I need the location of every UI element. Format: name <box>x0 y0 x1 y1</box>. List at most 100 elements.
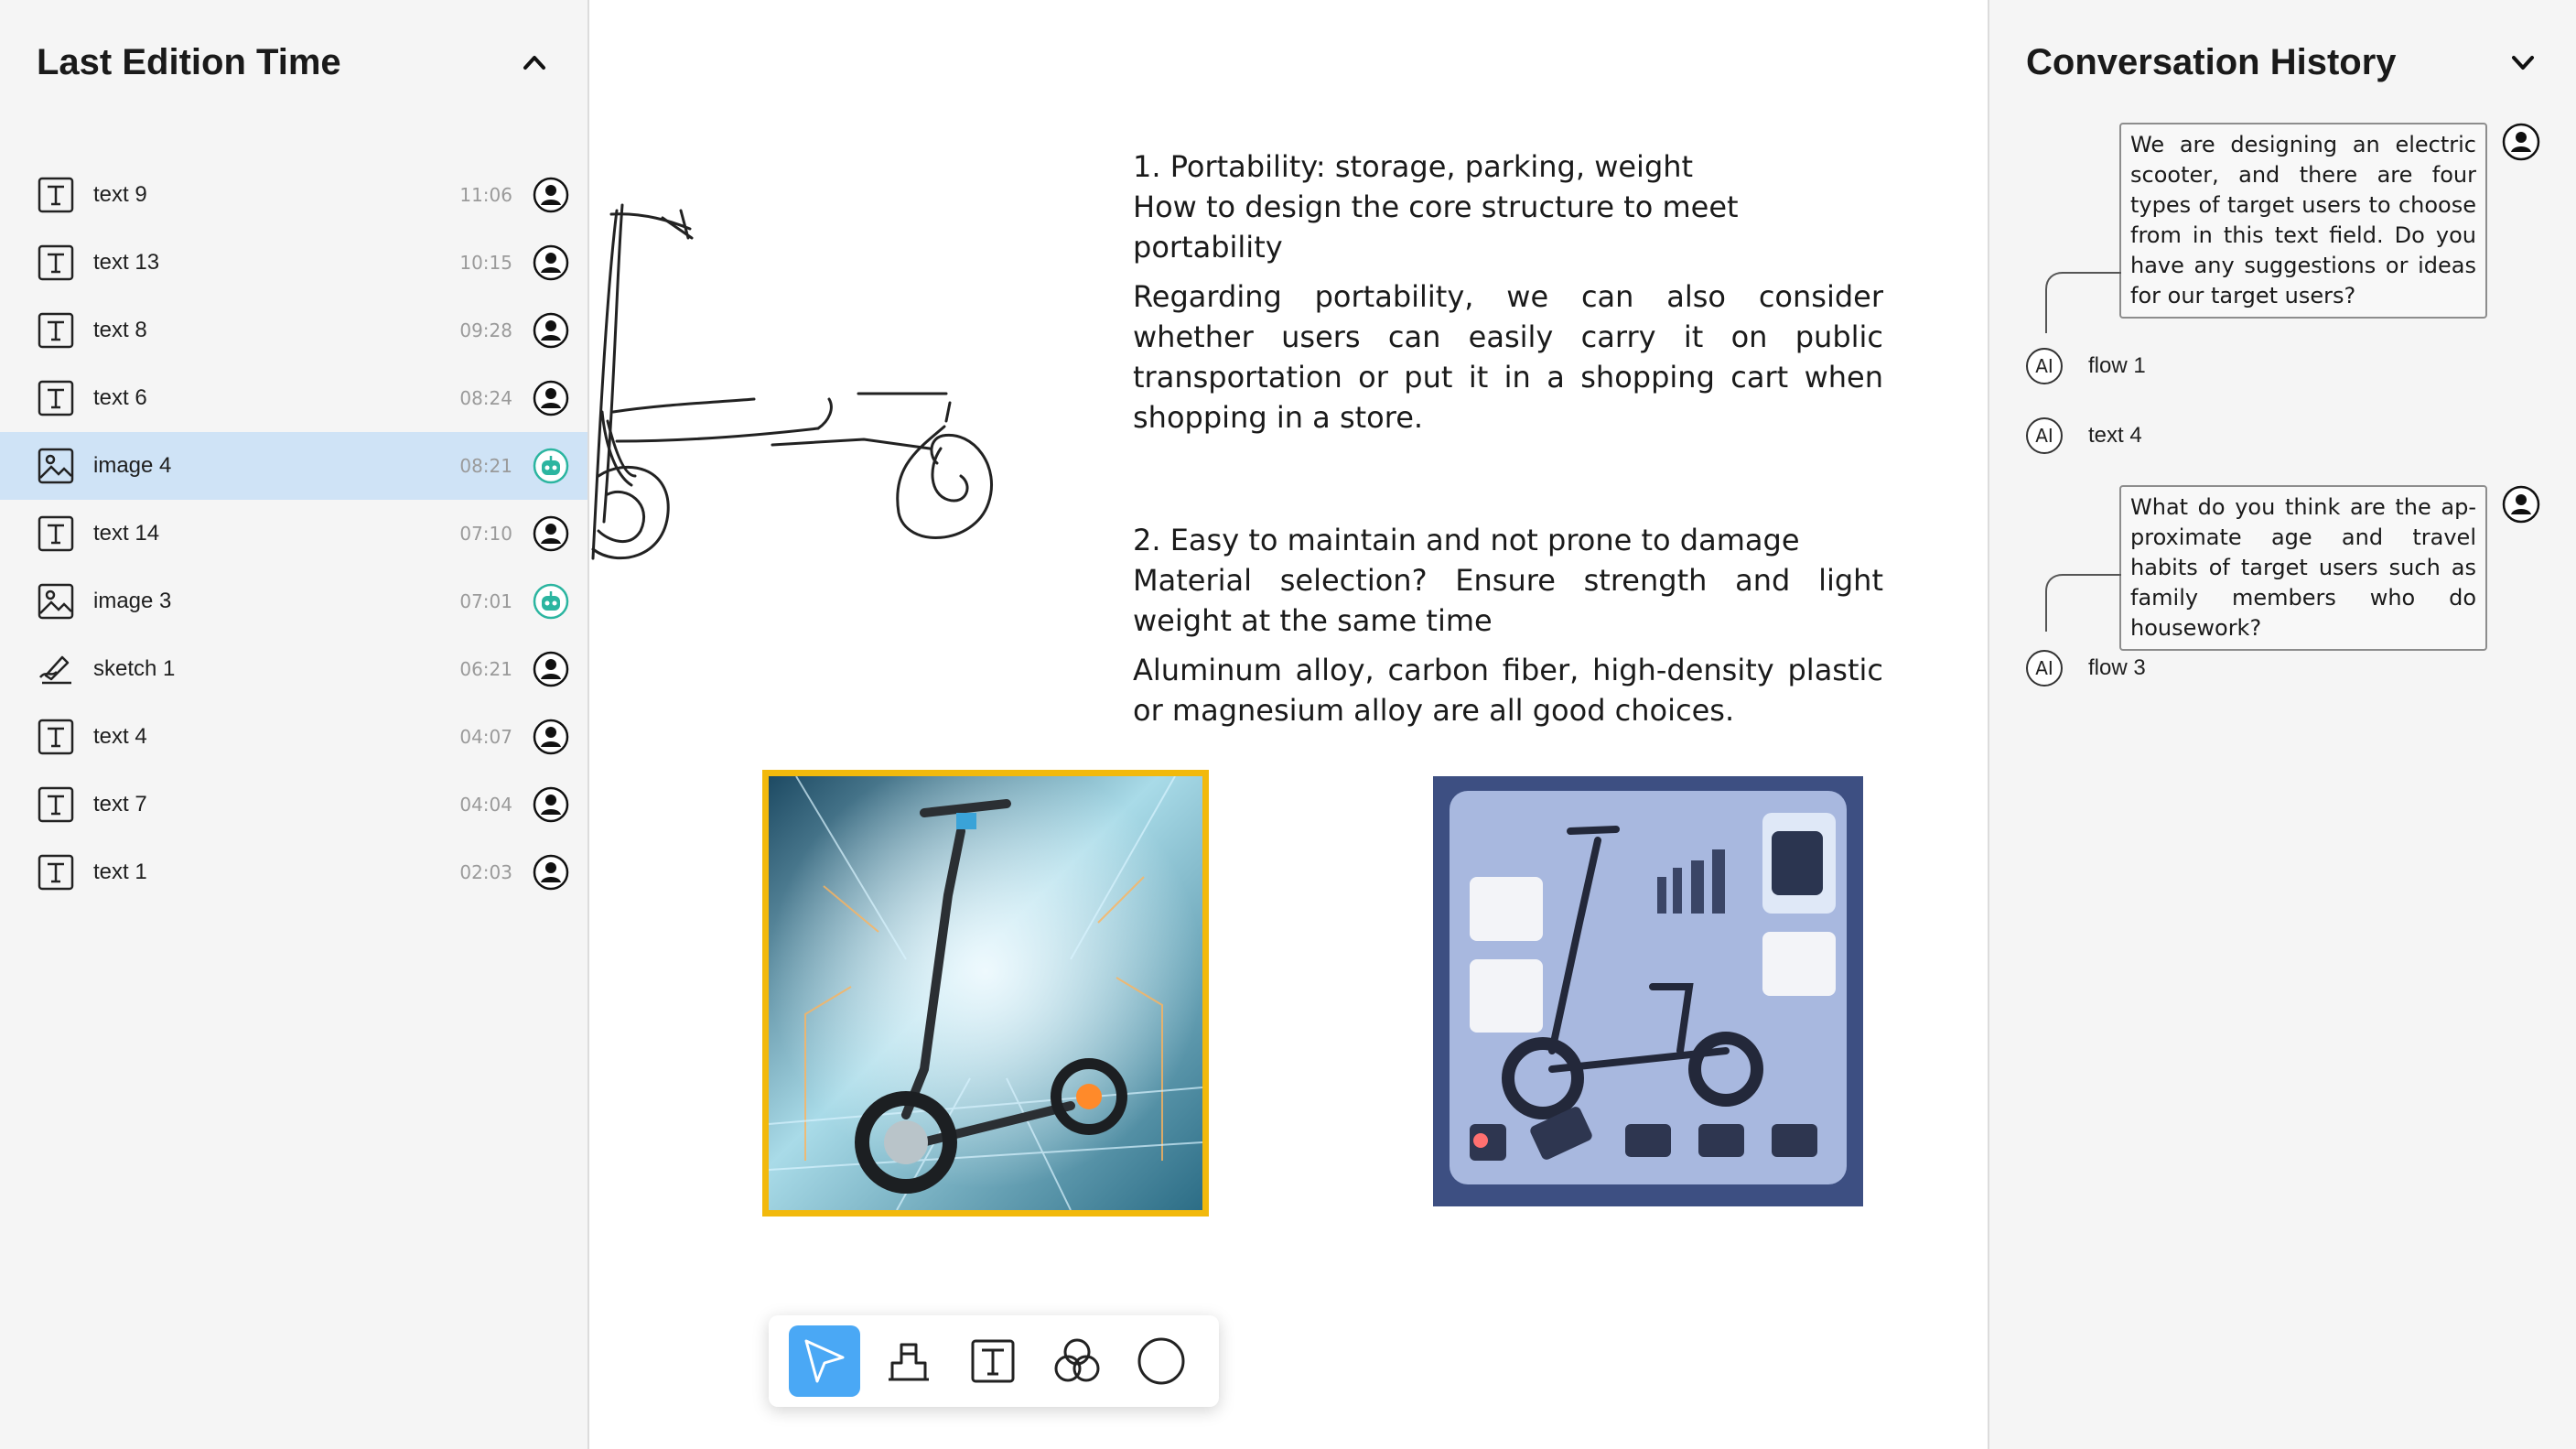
text-type-icon <box>38 854 74 891</box>
chevron-up-icon[interactable] <box>518 46 551 79</box>
scooter-sketch[interactable] <box>589 174 1019 577</box>
history-item-text-13[interactable]: text 13 10:15 <box>0 229 587 297</box>
user-avatar-icon <box>533 312 569 349</box>
ai-robot-avatar-icon <box>533 583 569 620</box>
history-item-text-14[interactable]: text 14 07:10 <box>0 500 587 568</box>
note-heading-portability: 1. Portability: storage, parking, weight <box>1133 149 1694 184</box>
history-item-image-4[interactable]: image 4 08:21 <box>0 432 587 500</box>
user-avatar-icon <box>2502 123 2540 161</box>
pointer-arrow-icon <box>804 1339 845 1383</box>
history-item-image-3[interactable]: image 3 07:01 <box>0 568 587 635</box>
user-avatar-icon <box>533 719 569 755</box>
text-type-icon <box>38 515 74 552</box>
edition-history-title: Last Edition Time <box>37 42 341 82</box>
text-type-icon <box>38 312 74 349</box>
edition-history-panel: Last Edition Time text 9 11:06 text 13 10:1… <box>0 0 589 1449</box>
ai-response-flow-3[interactable]: AI flow 3 <box>2026 650 2146 687</box>
eraser-icon <box>889 1343 929 1381</box>
image-type-icon <box>38 583 74 620</box>
note-paragraph-portability: Regarding portability, we can also consi… <box>1133 279 1883 435</box>
history-item-time: 10:15 <box>459 252 512 274</box>
user-avatar-icon <box>533 854 569 891</box>
user-avatar-icon <box>533 380 569 416</box>
history-item-time: 08:24 <box>459 387 512 409</box>
history-item-sketch-1[interactable]: sketch 1 06:21 <box>0 635 587 703</box>
history-item-text-8[interactable]: text 8 09:28 <box>0 297 587 364</box>
edition-history-list: text 9 11:06 text 13 10:15 text 8 09:28 text 6… <box>0 161 587 906</box>
overlapping-circles-icon <box>1054 1338 1100 1382</box>
history-item-time: 09:28 <box>459 319 512 341</box>
design-canvas[interactable]: 1. Portability: storage, parking, weight… <box>589 0 1988 1449</box>
scooter-infographic-graphic <box>1433 776 1863 1206</box>
text-type-icon <box>38 719 74 755</box>
user-avatar-icon <box>533 177 569 213</box>
user-message-2[interactable]: What do you think are the ap-proximate a… <box>2119 485 2487 651</box>
ai-response-text-4[interactable]: AI text 4 <box>2026 417 2142 454</box>
history-item-label: image 4 <box>93 453 172 478</box>
history-item-text-6[interactable]: text 6 08:24 <box>0 364 587 432</box>
select-tool-button[interactable] <box>789 1325 860 1397</box>
history-item-text-4[interactable]: text 4 04:07 <box>0 703 587 771</box>
flow-connector-line <box>2045 272 2121 333</box>
user-avatar-icon <box>533 651 569 687</box>
note-line-portability: How to design the core structure to meet… <box>1133 189 1739 265</box>
ai-response-flow-1[interactable]: AI flow 1 <box>2026 348 2146 384</box>
history-item-time: 07:01 <box>459 590 512 612</box>
text-tool-button[interactable] <box>957 1325 1029 1397</box>
edition-history-header: Last Edition Time <box>37 37 551 88</box>
history-item-label: text 14 <box>93 521 160 546</box>
history-item-label: text 1 <box>93 860 147 884</box>
canvas-toolbar <box>769 1315 1219 1407</box>
conversation-history-title: Conversation History <box>2026 42 2397 82</box>
ai-response-label: text 4 <box>2088 423 2142 448</box>
circle-tool-button[interactable] <box>1126 1325 1197 1397</box>
ai-badge-icon: AI <box>2026 348 2063 384</box>
history-item-label: text 6 <box>93 385 147 410</box>
history-item-text-9[interactable]: text 9 11:06 <box>0 161 587 229</box>
user-avatar-icon <box>533 244 569 281</box>
history-item-text-7[interactable]: text 7 04:04 <box>0 771 587 838</box>
eraser-tool-button[interactable] <box>873 1325 944 1397</box>
ai-badge-icon: AI <box>2026 650 2063 687</box>
history-item-time: 07:10 <box>459 523 512 545</box>
history-item-time: 08:21 <box>459 455 512 477</box>
ai-response-label: flow 1 <box>2088 353 2146 378</box>
user-message-1[interactable]: We are designing an electric scooter, an… <box>2119 123 2487 319</box>
history-item-time: 04:04 <box>459 794 512 816</box>
conversation-history-panel: Conversation History We are designing an… <box>1988 0 2576 1449</box>
image-type-icon <box>38 448 74 484</box>
history-item-label: text 8 <box>93 318 147 342</box>
sketch-type-icon <box>39 655 71 685</box>
circle-icon <box>1137 1337 1185 1385</box>
note-paragraph-materials: Aluminum alloy, carbon fiber, high-densi… <box>1133 653 1883 728</box>
design-notes-text[interactable]: 1. Portability: storage, parking, weight… <box>1133 146 1883 730</box>
blend-tool-button[interactable] <box>1041 1325 1113 1397</box>
ai-response-label: flow 3 <box>2088 655 2146 680</box>
history-item-label: text 7 <box>93 792 147 816</box>
scooter-infographic-image-3[interactable] <box>1433 776 1863 1206</box>
history-item-text-1[interactable]: text 1 02:03 <box>0 838 587 906</box>
text-type-icon <box>38 244 74 281</box>
history-item-label: image 3 <box>93 589 172 613</box>
history-item-time: 04:07 <box>459 726 512 748</box>
note-heading-maintenance: 2. Easy to maintain and not prone to dam… <box>1133 523 1800 557</box>
history-item-label: text 4 <box>93 724 147 749</box>
user-avatar-icon <box>2502 485 2540 524</box>
conversation-history-header: Conversation History <box>2026 37 2539 88</box>
history-item-time: 11:06 <box>459 184 512 206</box>
user-avatar-icon <box>533 786 569 823</box>
flow-connector-line <box>2045 574 2121 632</box>
user-avatar-icon <box>533 515 569 552</box>
ai-robot-avatar-icon <box>533 448 569 484</box>
history-item-label: text 9 <box>93 182 147 207</box>
scooter-render-image-4[interactable] <box>762 770 1209 1217</box>
history-item-label: text 13 <box>93 250 160 275</box>
ai-badge-icon: AI <box>2026 417 2063 454</box>
history-item-label: sketch 1 <box>93 656 176 681</box>
text-type-icon <box>38 380 74 416</box>
history-item-time: 06:21 <box>459 658 512 680</box>
scooter-render-graphic <box>769 776 1202 1210</box>
text-type-icon <box>38 786 74 823</box>
note-line-maintenance: Material selection? Ensure strength and … <box>1133 563 1883 638</box>
chevron-down-icon[interactable] <box>2506 46 2539 79</box>
